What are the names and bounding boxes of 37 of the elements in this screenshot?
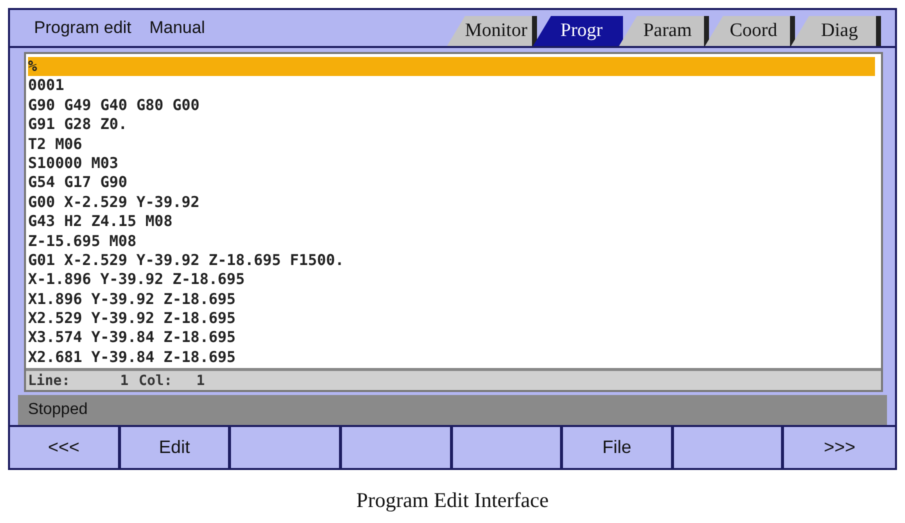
tab[interactable]: Coord bbox=[705, 16, 795, 46]
program-line: G54 G17 G90 bbox=[28, 173, 128, 193]
program-line: 0001 bbox=[28, 76, 66, 96]
line-label: Line: bbox=[28, 372, 70, 388]
figure-caption: Program Edit Interface bbox=[355, 488, 550, 513]
program-line: G91 G28 Z0. bbox=[28, 115, 128, 135]
program-editor[interactable] bbox=[24, 52, 883, 392]
program-line: G00 X-2.529 Y-39.92 bbox=[28, 192, 201, 212]
tab[interactable]: Param bbox=[619, 16, 709, 46]
program-line: G01 X-2.529 Y-39.92 Z-18.695 F1500. bbox=[28, 250, 346, 270]
program-line: X-1.896 Y-39.92 Z-18.695 bbox=[28, 270, 246, 290]
program-line: S10000 M03 bbox=[28, 154, 120, 174]
program-line: G90 G49 G40 G80 G00 bbox=[28, 96, 201, 116]
tab[interactable]: Diag bbox=[791, 16, 881, 46]
softkey[interactable]: File bbox=[563, 427, 674, 468]
program-line: X2.529 Y-39.92 Z-18.695 bbox=[28, 309, 237, 328]
softkey[interactable]: <<< bbox=[10, 427, 121, 468]
col-label: Col: bbox=[138, 372, 172, 388]
softkey[interactable]: >>> bbox=[784, 427, 895, 468]
mode-label: Manual bbox=[149, 18, 206, 38]
program-line: X2.681 Y-39.84 Z-18.695 bbox=[28, 348, 237, 368]
program-line: T2 M06 bbox=[28, 134, 84, 154]
blank-softkey[interactable] bbox=[231, 427, 342, 468]
line-number: 1 bbox=[120, 372, 129, 388]
blank-softkey[interactable] bbox=[674, 427, 784, 468]
blank-softkey[interactable] bbox=[342, 427, 452, 468]
tab[interactable]: Monitor bbox=[447, 16, 537, 46]
blank-softkey[interactable] bbox=[452, 427, 564, 468]
program-line: Z-15.695 M08 bbox=[28, 232, 138, 251]
program-line: G43 H2 Z4.15 M08 bbox=[28, 212, 174, 232]
program-line: X3.574 Y-39.84 Z-18.695 bbox=[28, 328, 237, 348]
tab[interactable]: Progr bbox=[533, 16, 623, 46]
program-line: X1.896 Y-39.92 Z-18.695 bbox=[28, 290, 237, 310]
softkey[interactable]: Edit bbox=[120, 427, 232, 468]
status-text: Stopped bbox=[28, 401, 88, 419]
screen-title: Program edit bbox=[34, 18, 132, 38]
col-number: 1 bbox=[196, 372, 205, 388]
